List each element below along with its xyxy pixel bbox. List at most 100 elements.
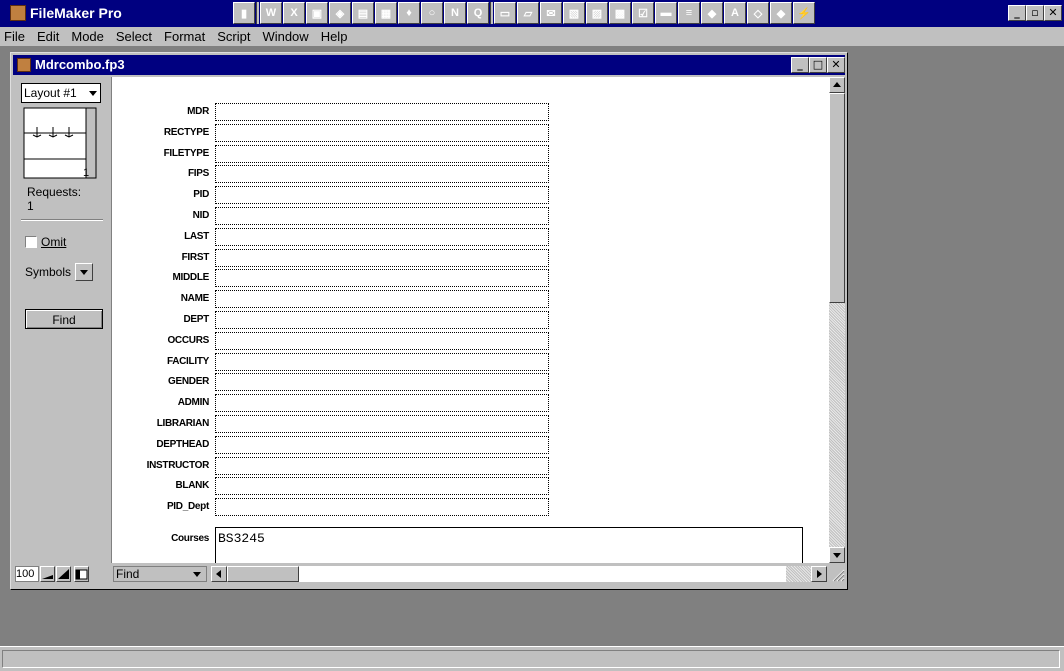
field-input[interactable]	[215, 311, 549, 329]
field-label: RECTYPE	[163, 126, 209, 138]
field-input[interactable]	[215, 103, 549, 121]
scroll-left-button[interactable]	[211, 566, 227, 582]
field-input[interactable]	[215, 123, 549, 142]
mode-select-value: Find	[116, 567, 140, 581]
app-close-button[interactable]: ✕	[1044, 5, 1062, 21]
keyboard-icon[interactable]: ≡	[678, 2, 700, 24]
field-label: FIPS	[187, 168, 209, 180]
field-input[interactable]	[215, 144, 549, 163]
status-area-toggle-icon[interactable]	[74, 566, 89, 582]
field-input[interactable]	[215, 456, 549, 475]
horizontal-scroll-thumb[interactable]	[227, 566, 299, 582]
paint-icon[interactable]: ◇	[747, 2, 769, 24]
app-restore-button[interactable]: ▫	[1026, 5, 1044, 21]
doc-maximize-button[interactable]: □	[809, 57, 827, 73]
new-document-icon[interactable]: ▭	[494, 2, 516, 24]
field-input[interactable]	[215, 227, 549, 246]
field-input[interactable]	[215, 165, 549, 184]
wand-icon[interactable]: ⚡	[793, 2, 815, 24]
graphics-icon[interactable]: ◆	[701, 2, 723, 24]
layout-select[interactable]: Layout #1	[21, 83, 101, 103]
horizontal-scroll-track[interactable]	[299, 566, 786, 582]
field-input[interactable]	[215, 415, 549, 433]
omit-checkbox[interactable]	[25, 236, 37, 248]
n-app-icon[interactable]: N	[444, 2, 466, 24]
mode-select[interactable]: Find	[113, 566, 207, 582]
field-input[interactable]	[215, 331, 549, 350]
excel-icon[interactable]: X	[283, 2, 305, 24]
contacts-icon[interactable]: ▧	[563, 2, 585, 24]
menu-format[interactable]: Format	[164, 29, 205, 44]
mail-icon[interactable]: ✉	[540, 2, 562, 24]
requests-count: 1	[27, 199, 34, 213]
zoom-in-icon[interactable]	[56, 566, 71, 582]
field-input[interactable]	[215, 186, 549, 205]
field-input[interactable]	[215, 290, 549, 309]
menu-select[interactable]: Select	[116, 29, 152, 44]
schedule-icon[interactable]: ▤	[352, 2, 374, 24]
document-icon[interactable]	[17, 58, 31, 72]
document-bottom-bar: 100 Find	[13, 563, 845, 585]
resize-grip-icon[interactable]	[829, 566, 845, 582]
document-title-bar[interactable]: Mdrcombo.fp3 _ □ ✕	[13, 55, 845, 75]
field-input[interactable]	[215, 207, 549, 225]
app-launcher-icon[interactable]: ▮	[233, 2, 255, 24]
menu-bar: File Edit Mode Select Format Script Wind…	[0, 27, 1064, 46]
card-icon[interactable]: ▬	[655, 2, 677, 24]
scroll-up-button[interactable]	[829, 77, 845, 93]
field-input[interactable]	[215, 394, 549, 413]
field-input[interactable]	[215, 498, 549, 517]
field-label: DEPT	[183, 314, 210, 325]
doc-minimize-button[interactable]: _	[791, 57, 809, 73]
circle-icon[interactable]: ○	[421, 2, 443, 24]
requests-label: Requests:	[27, 185, 82, 199]
app-title-bar[interactable]: FileMaker Pro ▮ W X ▣ ◈ ▤ ▦ ♦ ○ N Q ▭ ▱ ✉ ▧ ▨ ▩ ☑ ▬ ≡ ◆ A ◇ ◆ ⚡ …	[0, 0, 1064, 27]
powerpoint-icon[interactable]: ▣	[306, 2, 328, 24]
filemaker-app-icon[interactable]	[10, 5, 26, 21]
app-status-bar	[0, 646, 1064, 671]
field-input[interactable]	[215, 269, 549, 288]
chevron-down-icon	[89, 91, 97, 96]
access-icon[interactable]: ◈	[329, 2, 351, 24]
find-icon[interactable]: Q	[467, 2, 489, 24]
courses-field[interactable]: BS3245	[215, 527, 803, 563]
omit-checkbox-row[interactable]: Omit	[25, 235, 66, 249]
menu-edit[interactable]: Edit	[37, 29, 59, 44]
document-window: Mdrcombo.fp3 _ □ ✕ Layout #1 1 Requests:…	[10, 52, 848, 590]
scroll-right-button[interactable]	[811, 566, 827, 582]
app-minimize-button[interactable]: _	[1008, 5, 1026, 21]
calendar-icon[interactable]: ▩	[609, 2, 631, 24]
acrobat-icon[interactable]: A	[724, 2, 746, 24]
menu-script[interactable]: Script	[217, 29, 250, 44]
app-title: FileMaker Pro	[30, 5, 122, 21]
menu-file[interactable]: File	[4, 29, 25, 44]
status-bar-panel	[2, 650, 1060, 668]
field-input[interactable]	[215, 477, 549, 496]
symbols-dropdown-button[interactable]	[75, 263, 94, 281]
horizontal-scrollbar[interactable]	[211, 566, 827, 582]
vertical-scroll-thumb[interactable]	[829, 93, 845, 303]
field-input[interactable]	[215, 373, 549, 392]
menu-help[interactable]: Help	[321, 29, 348, 44]
gem-icon[interactable]: ◆	[770, 2, 792, 24]
field-input[interactable]	[215, 352, 549, 371]
scroll-down-button[interactable]	[829, 547, 845, 563]
zoom-out-icon[interactable]	[40, 566, 55, 582]
field-input[interactable]	[215, 248, 549, 267]
task-icon[interactable]: ▨	[586, 2, 608, 24]
tray-separator	[256, 2, 259, 24]
field-input[interactable]	[215, 435, 549, 454]
vertical-scrollbar[interactable]	[829, 77, 845, 563]
open-folder-icon[interactable]: ▱	[517, 2, 539, 24]
find-button[interactable]: Find	[25, 309, 103, 329]
office-binder-icon[interactable]: ▦	[375, 2, 397, 24]
checklist-icon[interactable]: ☑	[632, 2, 654, 24]
layout-select-value: Layout #1	[24, 86, 77, 100]
doc-close-button[interactable]: ✕	[827, 57, 845, 73]
zoom-percentage[interactable]: 100	[15, 566, 39, 582]
courses-label: Courses	[171, 533, 209, 544]
menu-window[interactable]: Window	[262, 29, 308, 44]
menu-mode[interactable]: Mode	[71, 29, 104, 44]
shortcut-bar-icon[interactable]: ♦	[398, 2, 420, 24]
word-icon[interactable]: W	[260, 2, 282, 24]
